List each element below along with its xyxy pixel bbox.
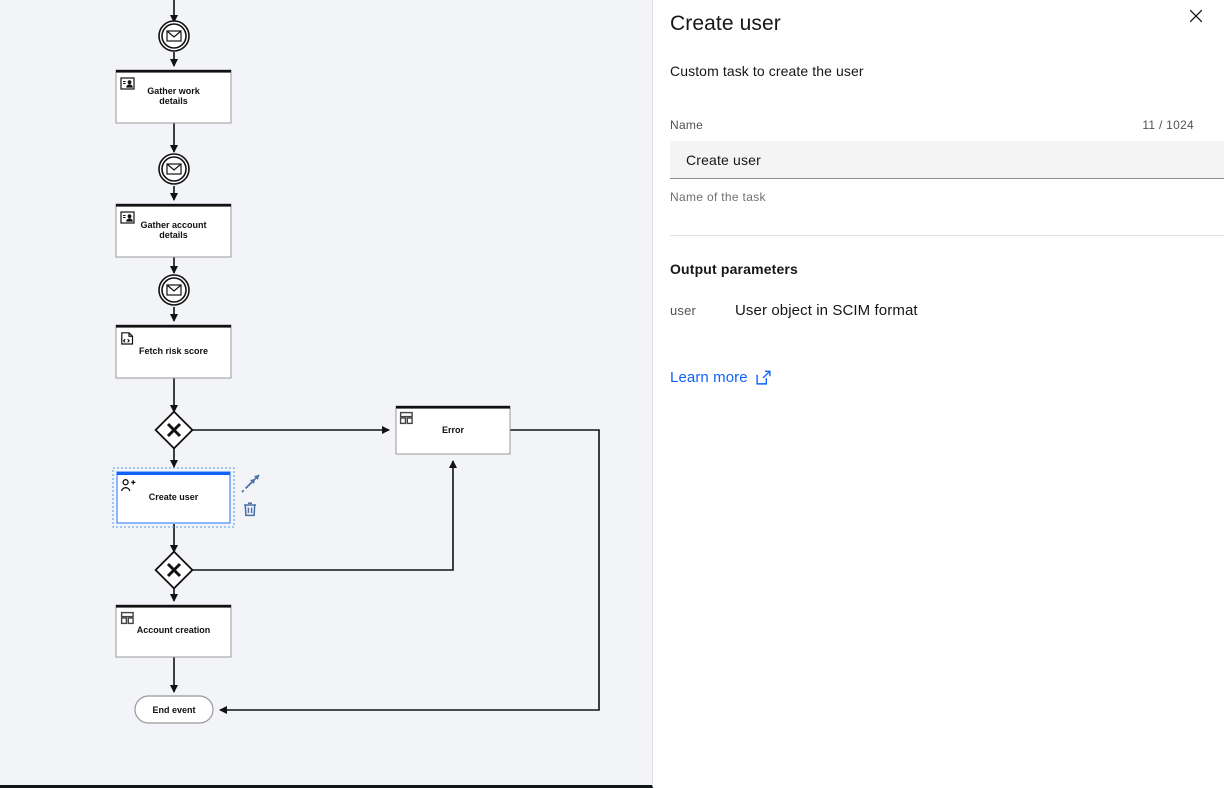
task-label: Account creation — [137, 625, 211, 635]
learn-more-link[interactable]: Learn more — [670, 369, 771, 386]
parameter-description: User object in SCIM format — [735, 302, 918, 319]
task-label: Fetch risk score — [139, 346, 208, 356]
external-link-icon — [756, 370, 771, 385]
node-exclusive-gateway-2 — [154, 550, 194, 590]
bpmn-diagram: Gather work details Gather account detai… — [112, 0, 600, 724]
node-user-task-gather-account-details: Gather account details — [115, 203, 232, 258]
sequence-flows — [170, 0, 600, 714]
node-call-activity-error: Error — [395, 405, 511, 455]
node-user-task-gather-work-details: Gather work details — [115, 69, 232, 124]
context-pad — [241, 474, 260, 517]
learn-more-label: Learn more — [670, 369, 748, 386]
name-field-label-row: Name 11 / 1024 — [670, 117, 1206, 133]
panel-header: Create user — [670, 0, 1206, 38]
output-parameters-title: Output parameters — [670, 261, 798, 277]
name-field-help: Name of the task — [670, 190, 766, 204]
name-field-group: Name 11 / 1024 Name of the task — [670, 80, 1224, 205]
properties-panel: Create user Custom task to create the us… — [653, 0, 1224, 788]
parameter-key: user — [670, 303, 697, 318]
node-exclusive-gateway-1 — [154, 410, 194, 450]
panel-description: Custom task to create the user — [670, 63, 864, 79]
bpmn-modeler-app: Gather work details Gather account detai… — [0, 0, 1224, 788]
task-label: Create user — [149, 492, 199, 502]
name-input[interactable] — [670, 141, 1224, 179]
page-title: Create user — [670, 12, 781, 35]
node-intermediate-message-event-3 — [158, 274, 190, 306]
user-task-icon — [120, 211, 135, 224]
task-label: Error — [442, 425, 465, 435]
task-label: details — [159, 230, 188, 240]
node-intermediate-message-event-2 — [158, 153, 190, 185]
output-parameter-row: user User object in SCIM format — [670, 278, 1206, 319]
task-label: details — [159, 96, 188, 106]
close-icon — [1188, 8, 1204, 24]
script-icon — [121, 332, 134, 345]
node-service-task-create-user: Create user — [112, 467, 235, 528]
node-intermediate-message-event-1 — [158, 20, 190, 52]
node-script-task-fetch-risk-score: Fetch risk score — [115, 324, 232, 379]
character-counter: 11 / 1024 — [1142, 118, 1194, 132]
name-field-label: Name — [670, 118, 704, 132]
delete-icon — [244, 502, 256, 517]
diagram-canvas[interactable]: Gather work details Gather account detai… — [0, 0, 653, 788]
node-call-activity-account-creation: Account creation — [115, 604, 232, 658]
flow-gw2-error — [192, 460, 457, 571]
end-event-label: End event — [152, 705, 195, 715]
user-task-icon — [120, 77, 135, 90]
node-end-event: End event — [134, 695, 214, 724]
close-button[interactable] — [1180, 0, 1212, 32]
task-label: Gather account — [140, 220, 206, 230]
task-label: Gather work — [147, 86, 201, 96]
append-icon — [241, 474, 260, 493]
